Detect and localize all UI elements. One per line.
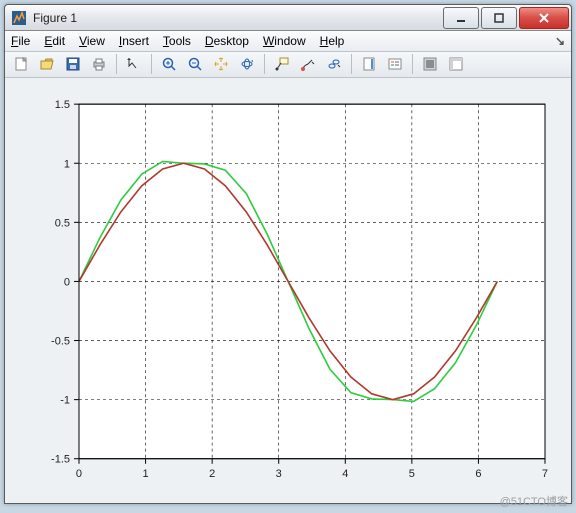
menu-help[interactable]: Help	[320, 34, 345, 48]
insert-colorbar-button[interactable]	[357, 52, 381, 76]
show-plot-tools-button[interactable]	[444, 52, 468, 76]
svg-text:5: 5	[409, 468, 415, 480]
svg-text:7: 7	[542, 468, 548, 480]
svg-text:-1: -1	[60, 395, 70, 407]
svg-text:-1.5: -1.5	[51, 454, 70, 466]
svg-text:-0.5: -0.5	[51, 336, 70, 348]
svg-text:1: 1	[64, 158, 70, 170]
hide-plot-tools-button[interactable]	[418, 52, 442, 76]
svg-text:2: 2	[209, 468, 215, 480]
svg-text:0: 0	[64, 276, 70, 288]
brush-button[interactable]	[296, 52, 320, 76]
axes[interactable]: 0 1 2 3 4 5 6 7 -1.5 -1 -0.5 0 0.5 1 1.5	[11, 84, 565, 497]
zoom-in-button[interactable]	[157, 52, 181, 76]
zoom-out-button[interactable]	[183, 52, 207, 76]
maximize-button[interactable]	[481, 7, 517, 29]
menu-view[interactable]: View	[79, 34, 105, 48]
new-figure-button[interactable]	[9, 52, 33, 76]
svg-text:0.5: 0.5	[55, 217, 70, 229]
titlebar[interactable]: Figure 1	[5, 5, 571, 31]
svg-text:1.5: 1.5	[55, 99, 70, 111]
menu-bar: File Edit View Insert Tools Desktop Wind…	[5, 31, 571, 52]
dock-icon[interactable]: ↘	[555, 34, 565, 48]
data-cursor-button[interactable]	[270, 52, 294, 76]
window-title: Figure 1	[33, 11, 77, 25]
save-button[interactable]	[61, 52, 85, 76]
menu-desktop[interactable]: Desktop	[205, 34, 249, 48]
figure-window: Figure 1 File Edit View Insert Tools Des…	[4, 4, 572, 504]
menu-file[interactable]: File	[11, 34, 30, 48]
pan-button[interactable]	[209, 52, 233, 76]
close-button[interactable]	[519, 7, 569, 29]
svg-text:3: 3	[276, 468, 282, 480]
menu-tools[interactable]: Tools	[163, 34, 191, 48]
insert-legend-button[interactable]	[383, 52, 407, 76]
toolbar	[5, 52, 571, 78]
print-button[interactable]	[87, 52, 111, 76]
svg-text:6: 6	[475, 468, 481, 480]
menu-window[interactable]: Window	[263, 34, 306, 48]
menu-insert[interactable]: Insert	[119, 34, 149, 48]
svg-text:1: 1	[143, 468, 149, 480]
open-button[interactable]	[35, 52, 59, 76]
watermark: @51CTO博客	[500, 493, 568, 509]
rotate-3d-button[interactable]	[235, 52, 259, 76]
link-data-button[interactable]	[322, 52, 346, 76]
minimize-button[interactable]	[443, 7, 479, 29]
svg-text:4: 4	[342, 468, 348, 480]
svg-text:0: 0	[76, 468, 82, 480]
menu-edit[interactable]: Edit	[44, 34, 65, 48]
edit-plot-button[interactable]	[122, 52, 146, 76]
app-icon	[11, 10, 27, 26]
